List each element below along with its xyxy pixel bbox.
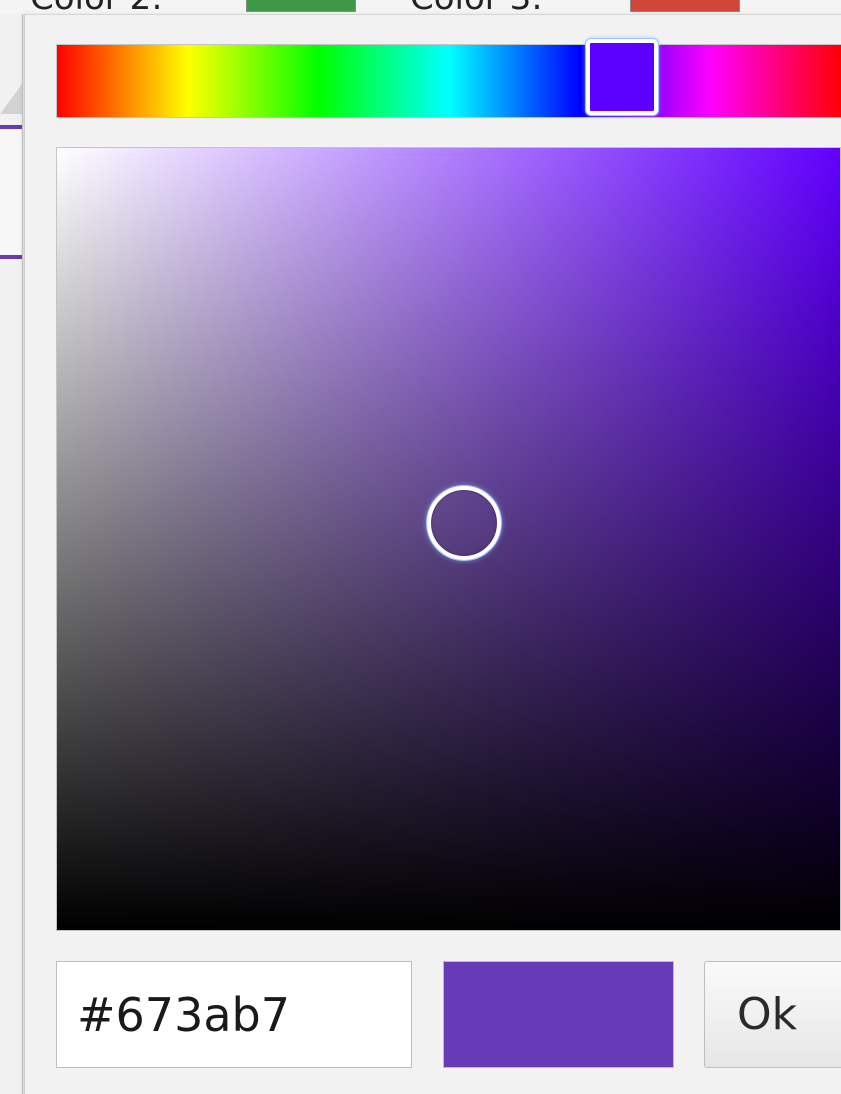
color-picker-screen: Color 2: Color 3: Ok — [0, 0, 841, 1094]
color-preview-swatch — [443, 961, 674, 1068]
saturation-value-thumb[interactable] — [427, 486, 502, 561]
color-3-swatch[interactable] — [630, 0, 740, 12]
background-corner-arrow — [0, 84, 22, 114]
hue-slider[interactable] — [56, 39, 841, 118]
background-tab[interactable] — [0, 129, 21, 255]
color-picker-popup: Ok — [24, 14, 841, 1094]
ok-button[interactable]: Ok — [704, 961, 841, 1068]
hue-slider-thumb[interactable] — [586, 39, 659, 115]
saturation-value-area[interactable] — [56, 147, 841, 931]
hex-color-input[interactable] — [56, 961, 412, 1068]
background-tab-accent-bottom — [0, 255, 22, 259]
color-2-swatch[interactable] — [246, 0, 356, 12]
background-header-strip: Color 2: Color 3: — [0, 0, 841, 18]
